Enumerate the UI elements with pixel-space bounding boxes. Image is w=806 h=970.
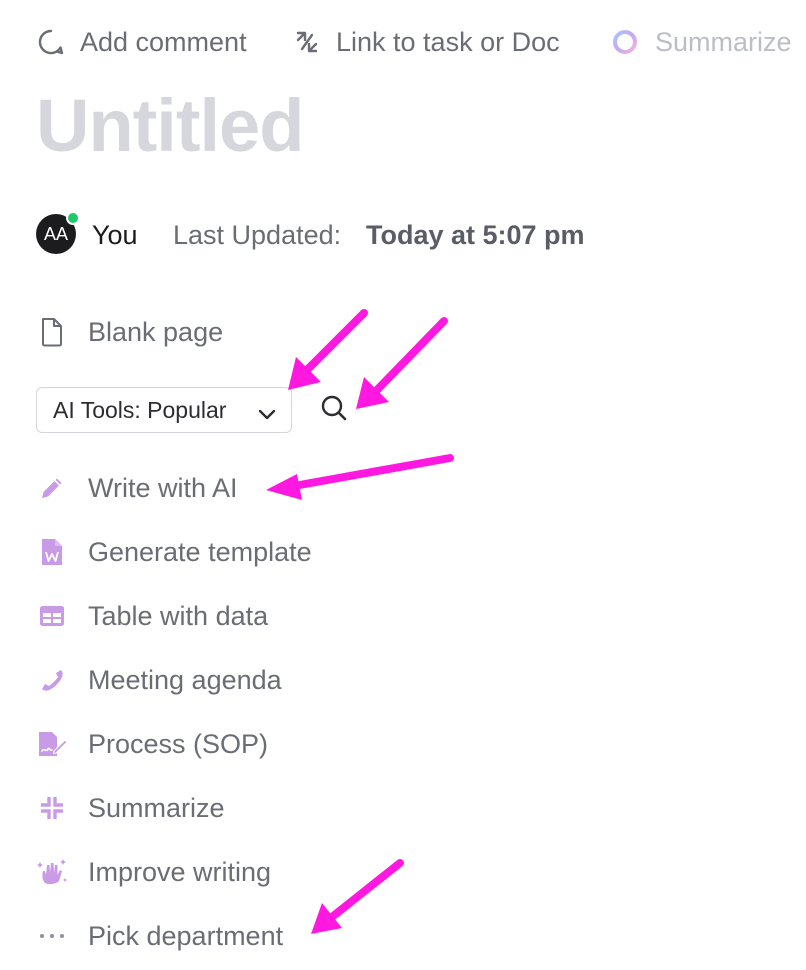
- ai-tool-label: Generate template: [88, 536, 312, 567]
- arrow-to-dropdown: [302, 309, 368, 375]
- more-dots-icon: [36, 931, 68, 941]
- ai-tool-label: Meeting agenda: [88, 664, 282, 695]
- ai-tools-selected-value: AI Tools: Popular: [53, 396, 227, 423]
- last-updated-label: Last Updated:: [173, 220, 342, 250]
- word-file-icon: [36, 537, 68, 567]
- page-title[interactable]: Untitled: [36, 82, 304, 170]
- summarize-toolbar-label: Summarize: [655, 26, 792, 57]
- collapse-icon: [36, 793, 68, 823]
- arrow-to-write-with-ai-head: [266, 474, 302, 500]
- add-comment-button[interactable]: Add comment: [36, 22, 247, 62]
- doc-page: Add comment Link to task or Doc Summariz…: [0, 0, 806, 970]
- ai-tool-label: Pick department: [88, 920, 284, 951]
- table-icon: [36, 603, 68, 629]
- add-comment-label: Add comment: [80, 26, 247, 57]
- signed-document-icon: [36, 729, 68, 759]
- ai-tool-label: Table with data: [88, 600, 269, 631]
- ai-tools-search-button[interactable]: [318, 394, 350, 426]
- document-icon: [36, 317, 68, 347]
- pencil-icon: [36, 473, 68, 503]
- ai-tool-label: Process (SOP): [88, 728, 269, 759]
- link-arrows-icon: [292, 27, 322, 57]
- ai-tool-pick-department[interactable]: Pick department: [36, 914, 283, 958]
- arrow-to-search: [372, 317, 448, 395]
- ai-tool-label: Improve writing: [88, 856, 272, 887]
- ai-tool-label: Write with AI: [88, 472, 238, 503]
- last-updated-value: Today at 5:07 pm: [366, 220, 585, 250]
- link-task-doc-label: Link to task or Doc: [336, 26, 560, 57]
- author-name: You: [92, 220, 138, 250]
- ai-tool-meeting-agenda[interactable]: Meeting agenda: [36, 658, 282, 702]
- online-status-dot: [66, 211, 80, 225]
- phone-icon: [36, 665, 68, 695]
- blank-page-label: Blank page: [88, 316, 224, 347]
- summarize-toolbar-button[interactable]: Summarize: [612, 22, 792, 62]
- ai-tools-dropdown[interactable]: AI Tools: Popular: [36, 387, 292, 433]
- ai-tool-table-with-data[interactable]: Table with data: [36, 594, 268, 638]
- link-task-doc-button[interactable]: Link to task or Doc: [292, 22, 560, 62]
- ai-orb-icon: [612, 29, 638, 55]
- comment-icon: [36, 27, 66, 57]
- chevron-down-icon: [257, 402, 277, 429]
- arrow-to-pick-department-head: [311, 903, 342, 934]
- ai-tool-label: Summarize: [88, 792, 225, 823]
- arrow-to-dropdown-head: [288, 357, 321, 390]
- arrow-to-pick-department: [328, 859, 404, 921]
- search-icon: [319, 393, 349, 428]
- blank-page-option[interactable]: Blank page: [36, 310, 223, 354]
- ai-tool-write-with-ai[interactable]: Write with AI: [36, 466, 238, 510]
- ai-tool-improve-writing[interactable]: Improve writing: [36, 850, 271, 894]
- arrow-to-write-with-ai: [290, 454, 454, 490]
- ai-tool-process-sop[interactable]: Process (SOP): [36, 722, 268, 766]
- sparkle-hand-icon: [36, 856, 68, 888]
- ai-tool-summarize[interactable]: Summarize: [36, 786, 225, 830]
- arrow-to-search-head: [356, 377, 389, 409]
- ai-tool-generate-template[interactable]: Generate template: [36, 530, 312, 574]
